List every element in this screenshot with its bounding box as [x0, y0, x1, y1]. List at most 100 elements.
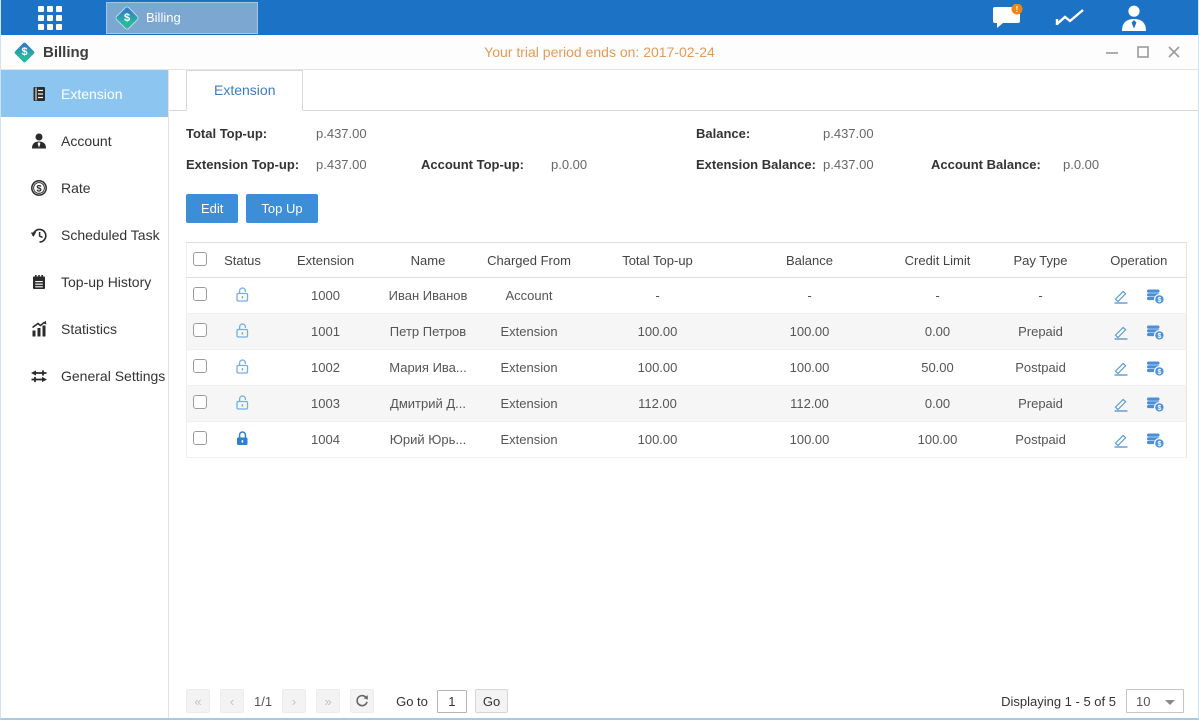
svg-text:$: $ [1158, 296, 1162, 303]
account-balance-value: p.0.00 [1063, 157, 1099, 172]
extension-icon [30, 85, 48, 103]
last-page-button[interactable]: » [316, 689, 340, 713]
cell-credit-limit: - [886, 278, 990, 314]
cell-charged-from: Account [477, 278, 582, 314]
sidebar-item-topup-history[interactable]: Top-up History [1, 258, 168, 305]
minimize-icon[interactable] [1104, 44, 1120, 60]
window-title: Billing [43, 44, 89, 61]
svg-text:$: $ [1158, 368, 1162, 375]
topup-coins-icon[interactable]: $ [1146, 395, 1165, 413]
lock-open-icon[interactable] [214, 314, 272, 350]
cell-credit-limit: 100.00 [886, 422, 990, 458]
select-all-checkbox[interactable] [193, 252, 207, 266]
cell-charged-from: Extension [477, 386, 582, 422]
edit-pencil-icon[interactable] [1112, 323, 1130, 341]
page-size-value: 10 [1136, 694, 1150, 709]
lock-closed-icon[interactable] [214, 422, 272, 458]
chat-icon[interactable]: ! [990, 4, 1026, 32]
top-up-button[interactable]: Top Up [246, 194, 317, 223]
cell-extension: 1001 [272, 314, 380, 350]
cell-name: Юрий Юрь... [380, 422, 477, 458]
rate-icon: $ [30, 179, 48, 197]
cell-total-topup: 100.00 [582, 314, 734, 350]
row-checkbox[interactable] [193, 395, 207, 409]
trial-notice: Your trial period ends on: 2017-02-24 [1, 44, 1198, 60]
sidebar-item-general-settings[interactable]: General Settings [1, 352, 168, 399]
table-row: 1001Петр ПетровExtension100.00100.000.00… [187, 314, 1187, 350]
cell-total-topup: 100.00 [582, 422, 734, 458]
edit-button[interactable]: Edit [186, 194, 238, 223]
svg-text:!: ! [1016, 5, 1019, 14]
account-topup-label: Account Top-up: [421, 157, 524, 172]
app-window: $ Billing ! [0, 0, 1199, 720]
edit-pencil-icon[interactable] [1112, 287, 1130, 305]
sidebar-item-label: Rate [61, 180, 91, 196]
go-button[interactable]: Go [475, 689, 508, 713]
cell-charged-from: Extension [477, 314, 582, 350]
app-tab-billing[interactable]: $ Billing [106, 2, 258, 34]
app-grid-icon[interactable] [38, 6, 62, 30]
sidebar-item-statistics[interactable]: Statistics [1, 305, 168, 352]
displaying-text: Displaying 1 - 5 of 5 [1001, 694, 1116, 709]
cell-pay-type: Prepaid [990, 314, 1092, 350]
window-title-bar: Your trial period ends on: 2017-02-24 $ … [1, 35, 1198, 70]
sidebar-item-scheduled-task[interactable]: Scheduled Task [1, 211, 168, 258]
refresh-button[interactable] [350, 689, 374, 713]
cell-total-topup: - [582, 278, 734, 314]
col-extension: Extension [272, 243, 380, 278]
col-name: Name [380, 243, 477, 278]
app-tab-label: Billing [146, 10, 181, 25]
balance-label: Balance: [696, 126, 750, 141]
next-page-button[interactable]: › [282, 689, 306, 713]
edit-pencil-icon[interactable] [1112, 359, 1130, 377]
goto-label: Go to [396, 694, 428, 709]
cell-extension: 1002 [272, 350, 380, 386]
lock-open-icon[interactable] [214, 386, 272, 422]
maximize-icon[interactable] [1135, 44, 1151, 60]
extension-balance-value: p.437.00 [823, 157, 874, 172]
close-icon[interactable] [1166, 44, 1182, 60]
cell-name: Иван Иванов [380, 278, 477, 314]
table-header-row: Status Extension Name Charged From Total… [187, 243, 1187, 278]
cell-balance: 100.00 [734, 350, 886, 386]
col-credit-limit: Credit Limit [886, 243, 990, 278]
sidebar-item-extension[interactable]: Extension [1, 70, 168, 117]
cell-pay-type: Postpaid [990, 350, 1092, 386]
refresh-icon [355, 694, 369, 708]
cell-credit-limit: 50.00 [886, 350, 990, 386]
cell-name: Дмитрий Д... [380, 386, 477, 422]
tab-extension[interactable]: Extension [186, 70, 303, 111]
lock-open-icon[interactable] [214, 350, 272, 386]
row-checkbox[interactable] [193, 287, 207, 301]
goto-page-input[interactable] [437, 690, 467, 713]
col-status: Status [214, 243, 272, 278]
account-balance-label: Account Balance: [931, 157, 1041, 172]
prev-page-button[interactable]: ‹ [220, 689, 244, 713]
tab-strip: Extension [169, 70, 1198, 111]
cell-name: Петр Петров [380, 314, 477, 350]
chevron-down-icon [1165, 700, 1175, 705]
account-topup-value: p.0.00 [551, 157, 587, 172]
first-page-button[interactable]: « [186, 689, 210, 713]
lock-open-icon[interactable] [214, 278, 272, 314]
topup-coins-icon[interactable]: $ [1146, 431, 1165, 449]
sidebar-item-rate[interactable]: $ Rate [1, 164, 168, 211]
col-balance: Balance [734, 243, 886, 278]
topup-coins-icon[interactable]: $ [1146, 323, 1165, 341]
cell-name: Мария Ива... [380, 350, 477, 386]
topup-coins-icon[interactable]: $ [1146, 287, 1165, 305]
row-checkbox[interactable] [193, 359, 207, 373]
total-topup-value: p.437.00 [316, 126, 367, 141]
sidebar-item-account[interactable]: Account [1, 117, 168, 164]
chart-icon[interactable] [1053, 4, 1089, 32]
top-app-bar: $ Billing ! [1, 0, 1198, 35]
topup-coins-icon[interactable]: $ [1146, 359, 1165, 377]
user-icon[interactable] [1116, 4, 1152, 32]
page-size-select[interactable]: 10 [1126, 689, 1184, 713]
edit-pencil-icon[interactable] [1112, 395, 1130, 413]
cell-extension: 1000 [272, 278, 380, 314]
edit-pencil-icon[interactable] [1112, 431, 1130, 449]
account-icon [30, 132, 48, 150]
row-checkbox[interactable] [193, 431, 207, 445]
row-checkbox[interactable] [193, 323, 207, 337]
